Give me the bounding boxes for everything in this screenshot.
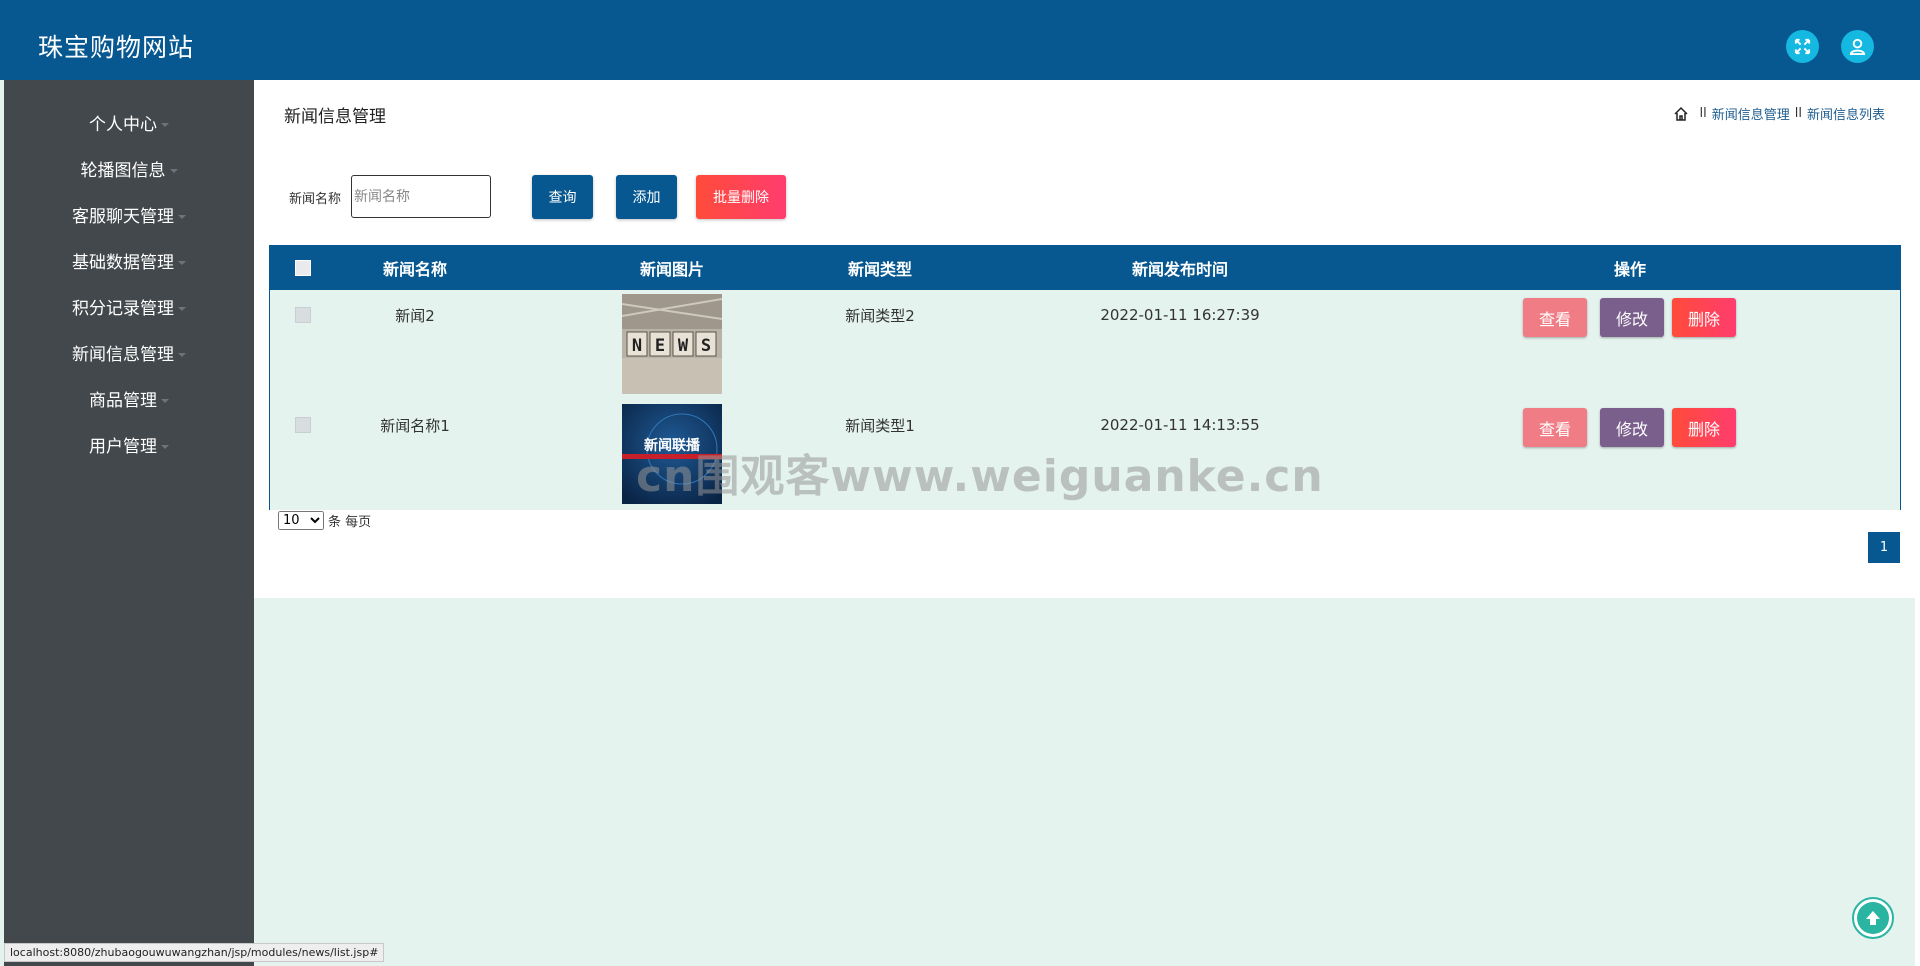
- page-number-button[interactable]: 1: [1868, 532, 1900, 563]
- sidebar-item-points[interactable]: 积分记录管理: [4, 291, 254, 321]
- user-button[interactable]: [1841, 30, 1874, 63]
- search-input[interactable]: [351, 175, 491, 218]
- cell-news-name: 新闻2: [395, 306, 435, 325]
- news-image: N E W S: [622, 294, 722, 394]
- caret-down-icon: [161, 123, 169, 127]
- user-icon: [1849, 38, 1866, 56]
- back-to-top-button[interactable]: [1852, 897, 1894, 939]
- col-header-time: 新闻发布时间: [1131, 260, 1228, 279]
- batch-delete-button[interactable]: 批量删除: [696, 175, 786, 219]
- sidebar: 个人中心 轮播图信息 客服聊天管理 基础数据管理 积分记录管理 新闻信息管理 商…: [4, 80, 254, 966]
- sidebar-item-label: 轮播图信息: [80, 160, 166, 181]
- row-checkbox-cell: [295, 290, 311, 340]
- select-all-checkbox-cell: [295, 246, 311, 290]
- breadcrumb: ll 新闻信息管理 ll 新闻信息列表: [1673, 104, 1885, 123]
- arrow-up-icon: [1866, 911, 1880, 925]
- main-panel: 新闻信息管理 ll 新闻信息管理 ll 新闻信息列表 新闻名称 查询 添加 批量…: [254, 80, 1915, 598]
- sidebar-item-products[interactable]: 商品管理: [4, 383, 254, 413]
- brand-title: 珠宝购物网站: [38, 33, 195, 62]
- row-checkbox-cell: [295, 400, 311, 450]
- sidebar-item-label: 个人中心: [89, 114, 157, 135]
- col-header-actions: 操作: [1613, 260, 1646, 279]
- sidebar-item-label: 新闻信息管理: [72, 344, 174, 365]
- caret-down-icon: [178, 353, 186, 357]
- sidebar-item-carousel[interactable]: 轮播图信息: [4, 153, 254, 183]
- per-page-label: 条 每页: [328, 515, 372, 530]
- sidebar-item-label: 用户管理: [89, 436, 157, 457]
- view-button[interactable]: 查看: [1523, 408, 1587, 447]
- sidebar-item-personal-center[interactable]: 个人中心: [4, 107, 254, 137]
- caret-down-icon: [161, 445, 169, 449]
- fullscreen-icon: [1794, 38, 1811, 55]
- top-header: 珠宝购物网站: [0, 0, 1920, 80]
- col-header-type: 新闻类型: [847, 260, 912, 279]
- fullscreen-button[interactable]: [1786, 30, 1819, 63]
- select-all-checkbox[interactable]: [295, 260, 311, 276]
- status-bar: localhost:8080/zhubaogouwuwangzhan/jsp/m…: [4, 943, 385, 962]
- breadcrumb-separator: ll: [1699, 106, 1707, 121]
- right-edge: [1915, 80, 1920, 966]
- sidebar-item-label: 客服聊天管理: [72, 206, 174, 227]
- home-icon[interactable]: [1673, 106, 1689, 122]
- page-size-control: 10 条 每页: [278, 511, 371, 530]
- news-thumbnail: N E W S: [622, 294, 722, 394]
- page-size-select[interactable]: 10: [278, 511, 324, 530]
- cell-news-type: 新闻类型2: [845, 306, 915, 325]
- sidebar-item-news[interactable]: 新闻信息管理: [4, 337, 254, 367]
- breadcrumb-separator: ll: [1794, 106, 1802, 121]
- table-header: 新闻名称 新闻图片 新闻类型 新闻发布时间 操作: [270, 246, 1900, 290]
- sidebar-item-users[interactable]: 用户管理: [4, 429, 254, 459]
- news-image-letter-s: S: [701, 336, 711, 356]
- view-button[interactable]: 查看: [1523, 298, 1587, 337]
- watermark: cn围观客www.weiguanke.cn: [636, 451, 1324, 502]
- sidebar-item-label: 基础数据管理: [72, 252, 174, 273]
- cell-news-time: 2022-01-11 16:27:39: [1100, 306, 1260, 324]
- row-checkbox[interactable]: [295, 417, 311, 433]
- row-checkbox[interactable]: [295, 307, 311, 323]
- cell-news-name: 新闻名称1: [380, 416, 450, 435]
- edit-button[interactable]: 修改: [1600, 408, 1664, 447]
- sidebar-item-label: 积分记录管理: [72, 298, 174, 319]
- news-image-letter-w: W: [678, 336, 689, 356]
- breadcrumb-item[interactable]: 新闻信息列表: [1807, 104, 1885, 123]
- add-button[interactable]: 添加: [616, 175, 677, 219]
- sidebar-item-chat[interactable]: 客服聊天管理: [4, 199, 254, 229]
- search-label: 新闻名称: [289, 192, 342, 207]
- sidebar-item-label: 商品管理: [89, 390, 157, 411]
- sidebar-item-base-data[interactable]: 基础数据管理: [4, 245, 254, 275]
- col-header-name: 新闻名称: [382, 260, 447, 279]
- news-image-letter-n: N: [632, 336, 642, 356]
- caret-down-icon: [169, 169, 178, 173]
- news-image-letter-e: E: [655, 336, 665, 356]
- col-header-image: 新闻图片: [639, 260, 704, 279]
- caret-down-icon: [178, 307, 186, 311]
- caret-down-icon: [178, 261, 186, 265]
- query-button[interactable]: 查询: [532, 175, 593, 219]
- edit-button[interactable]: 修改: [1600, 298, 1664, 337]
- caret-down-icon: [161, 399, 169, 403]
- delete-button[interactable]: 删除: [1672, 298, 1736, 337]
- page-title: 新闻信息管理: [284, 107, 386, 127]
- delete-button[interactable]: 删除: [1672, 408, 1736, 447]
- table-row: 新闻2 N E W S 新闻类型2 2022-01-11 16:27:39 查看…: [270, 290, 1900, 400]
- caret-down-icon: [178, 215, 186, 219]
- back-to-top-circle: [1857, 902, 1889, 934]
- breadcrumb-item[interactable]: 新闻信息管理: [1712, 104, 1790, 123]
